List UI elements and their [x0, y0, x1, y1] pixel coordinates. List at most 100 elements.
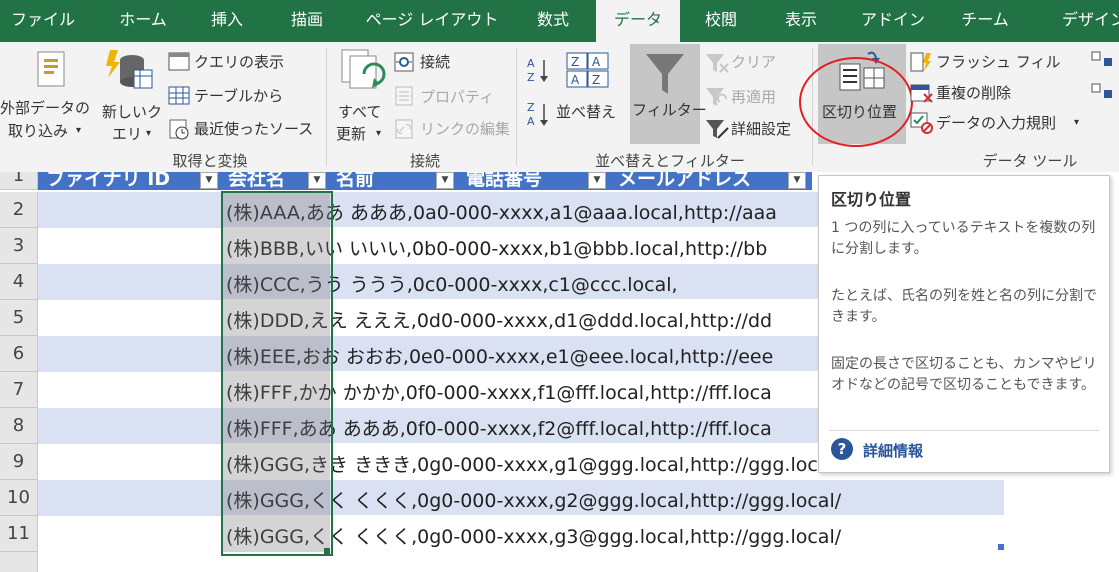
- cell-column-a[interactable]: [38, 480, 222, 516]
- row-header[interactable]: 1: [0, 172, 38, 190]
- header-text: 会社名: [228, 172, 286, 190]
- filter-button[interactable]: フィルター: [630, 44, 707, 144]
- sort-ascending-icon: AZ: [527, 57, 548, 84]
- external-data-label-1: 外部データの: [0, 99, 91, 117]
- sort-button[interactable]: 並べ替え: [556, 102, 616, 122]
- row-header[interactable]: 9: [0, 444, 38, 480]
- remove-duplicates-label: 重複の削除: [936, 84, 1012, 102]
- filter-dropdown-icon[interactable]: ▼: [436, 172, 454, 189]
- tab-design[interactable]: デザイン: [1032, 0, 1119, 42]
- refresh-all-icon: [341, 49, 386, 89]
- filter-dropdown-icon[interactable]: ▼: [788, 172, 806, 189]
- row-header[interactable]: 11: [0, 516, 38, 552]
- external-data-label-2: 取り込み: [8, 122, 69, 140]
- tab-data[interactable]: データ: [596, 0, 680, 42]
- row-header[interactable]: 10: [0, 480, 38, 516]
- cell-column-a[interactable]: [38, 444, 222, 480]
- row-header[interactable]: 4: [0, 264, 38, 300]
- cell-column-a[interactable]: [38, 192, 222, 228]
- cell-column-a[interactable]: [38, 372, 222, 408]
- highlight-circle: [799, 57, 913, 147]
- text-to-columns-tooltip: 区切り位置 1 つの列に入っているテキストを複数の列に分割します。 たとえば、氏…: [818, 175, 1110, 473]
- show-queries-icon: [168, 52, 190, 71]
- advanced-filter-icon: [706, 120, 729, 139]
- tab-team[interactable]: チーム: [948, 0, 1022, 42]
- row-header[interactable]: 2: [0, 192, 38, 228]
- new-query-label-2: エリ: [112, 125, 143, 143]
- cell-column-a[interactable]: [38, 300, 222, 336]
- flash-fill-icon: [910, 52, 931, 72]
- tooltip-description-1: 1 つの列に入っているテキストを複数の列に分割します。: [831, 220, 1096, 257]
- tab-insert[interactable]: 挿入: [192, 0, 262, 42]
- connections-label: 接続: [420, 53, 451, 71]
- cell-column-a[interactable]: [38, 408, 222, 444]
- group-label-connections: 接続: [409, 152, 440, 170]
- tab-view[interactable]: 表示: [766, 0, 836, 42]
- tab-formulas[interactable]: 数式: [518, 0, 588, 42]
- fill-handle[interactable]: [324, 548, 330, 554]
- cell-column-a[interactable]: [38, 336, 222, 372]
- table-header-cell[interactable]: 名前 ▼: [330, 172, 460, 190]
- connections-icon: [394, 52, 414, 72]
- new-query-icon: [106, 50, 153, 89]
- table-header-cell[interactable]: 電話番号 ▼: [460, 172, 612, 190]
- reapply-label: 再適用: [731, 88, 777, 106]
- row-header[interactable]: 5: [0, 300, 38, 336]
- svg-text:A: A: [571, 73, 580, 87]
- svg-text:Z: Z: [527, 71, 535, 84]
- refresh-all-label-1: すべて: [338, 103, 382, 121]
- row-header[interactable]: 6: [0, 336, 38, 372]
- tab-home[interactable]: ホーム: [100, 0, 186, 42]
- sort-descending-icon: ZA: [527, 101, 548, 128]
- tooltip-divider: [829, 430, 1099, 431]
- cell-column-a[interactable]: [38, 264, 222, 300]
- tooltip-more-info-link[interactable]: 詳細情報: [863, 440, 923, 461]
- data-validation-label: データの入力規則: [936, 114, 1057, 132]
- filter-dropdown-icon[interactable]: ▼: [588, 172, 606, 189]
- cell-column-a[interactable]: [38, 516, 222, 552]
- chevron-down-icon: ▾: [1074, 117, 1080, 128]
- row-header[interactable]: 7: [0, 372, 38, 408]
- recent-sources-label: 最近使ったソース: [194, 120, 314, 138]
- table-header-cell[interactable]: メールアドレス ▼: [612, 172, 812, 190]
- group-separator: [326, 48, 327, 166]
- tab-review[interactable]: 校閲: [686, 0, 756, 42]
- tooltip-title: 区切り位置: [831, 190, 912, 209]
- filter-dropdown-icon[interactable]: ▼: [200, 172, 218, 189]
- external-data-icon: [37, 51, 65, 87]
- tooltip-description-3: 固定の長さで区切ることも、カンマやピリオドなどの記号で区切ることもできます。: [831, 356, 1097, 393]
- edit-links-icon: [395, 119, 413, 139]
- table-header-cell[interactable]: ファイナリ ID ▼: [38, 172, 222, 190]
- clear-filter-label: クリア: [731, 53, 777, 71]
- row-header-empty[interactable]: [0, 552, 38, 572]
- flash-fill-label: フラッシュ フィル: [936, 53, 1061, 71]
- edit-links-label: リンクの編集: [420, 120, 511, 138]
- row-header[interactable]: 8: [0, 408, 38, 444]
- table-resize-handle[interactable]: [998, 544, 1004, 550]
- tab-draw[interactable]: 描画: [272, 0, 342, 42]
- row-header[interactable]: 3: [0, 228, 38, 264]
- table-icon: [168, 86, 190, 105]
- properties-label: プロパティ: [420, 88, 495, 106]
- clock-icon: [169, 119, 189, 140]
- tab-page-layout[interactable]: ページ レイアウト: [352, 0, 512, 42]
- chevron-down-icon: ▾: [146, 128, 152, 139]
- cell-column-a[interactable]: [38, 228, 222, 264]
- selection-border: [221, 191, 333, 556]
- svg-text:Z: Z: [527, 101, 535, 114]
- tab-file[interactable]: ファイル: [0, 0, 86, 42]
- group-separator: [516, 48, 517, 166]
- header-text: メールアドレス: [618, 172, 752, 190]
- group-label-sort-filter: 並べ替えとフィルター: [595, 152, 745, 170]
- svg-text:Z: Z: [571, 55, 579, 69]
- table-header-cell[interactable]: 会社名 ▼: [222, 172, 330, 190]
- clear-filter-icon: [706, 54, 729, 73]
- group-label-data-tools: データ ツール: [982, 152, 1078, 170]
- group-label-get-transform: 取得と変換: [172, 152, 248, 170]
- ribbon: 外部データの 取り込み ▾ 新しいク エリ ▾ クエリの表示 テーブルから 最近…: [0, 42, 1119, 173]
- sort-icon: Z AA Z: [566, 52, 609, 88]
- filter-dropdown-icon[interactable]: ▼: [308, 172, 326, 189]
- show-queries-label: クエリの表示: [194, 53, 285, 71]
- filter-icon: [646, 54, 684, 94]
- tab-addins[interactable]: アドイン: [848, 0, 938, 42]
